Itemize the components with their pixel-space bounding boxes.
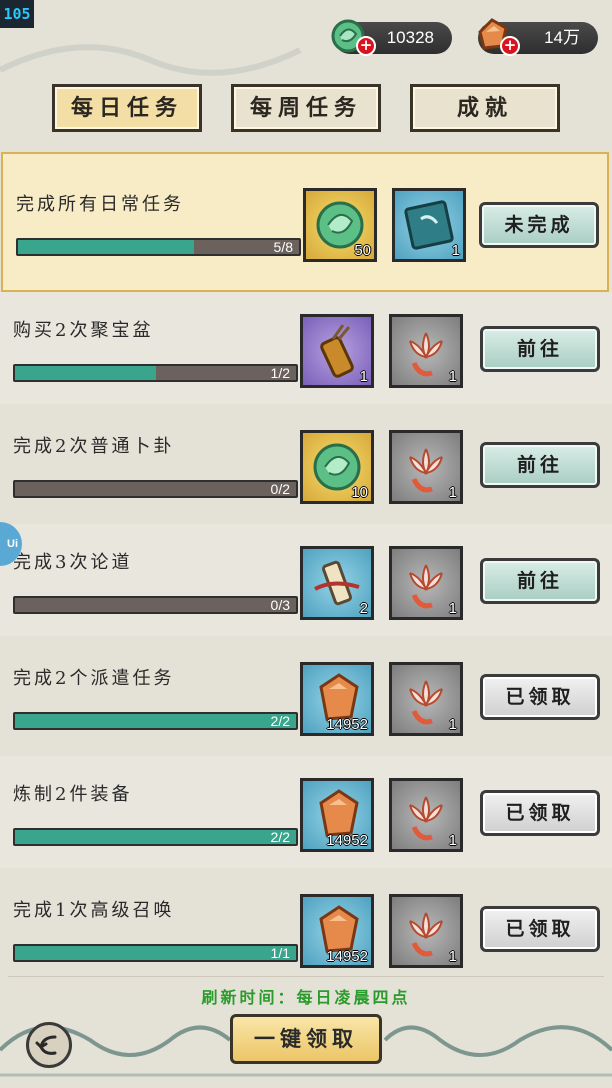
task-title: 完成3次论道 [13, 552, 133, 573]
progress-text: 0/2 [270, 481, 290, 497]
reward-quantity: 14952 [326, 716, 368, 733]
progress-fill [18, 240, 194, 254]
task-title: 完成2次普通卜卦 [13, 436, 175, 457]
progress-fill [15, 366, 156, 380]
reward-quantity: 1 [448, 948, 457, 965]
fps-counter: 105 [0, 0, 34, 28]
task-progress-bar: 5/8 [16, 238, 301, 256]
task-row: 完成所有日常任务 5/8 50 1 未完成 [1, 152, 609, 292]
reward-quantity: 1 [448, 484, 457, 501]
progress-fill [15, 714, 296, 728]
list-divider [8, 976, 604, 977]
reward-item[interactable]: 1 [389, 894, 463, 968]
refresh-time-text: 刷新时间：每日凌晨四点 [201, 988, 411, 1007]
reward-item[interactable]: 50 [303, 188, 377, 262]
reward-item[interactable]: 1 [300, 314, 374, 388]
task-action-button[interactable]: 未完成 [479, 202, 599, 248]
reward-quantity: 1 [451, 242, 460, 259]
task-progress-bar: 0/2 [13, 480, 298, 498]
task-title: 炼制2件装备 [13, 784, 133, 805]
progress-fill [15, 830, 296, 844]
task-action-button[interactable]: 已领取 [480, 906, 600, 952]
task-row: 完成2次普通卜卦 0/2 10 1 前往 [0, 408, 612, 520]
tab-daily-tasks[interactable]: 每日任务 [52, 84, 202, 132]
task-action-button[interactable]: 前往 [480, 326, 600, 372]
task-progress-bar: 0/3 [13, 596, 298, 614]
reward-quantity: 14952 [326, 832, 368, 849]
task-progress-bar: 1/1 [13, 944, 298, 962]
task-action-button[interactable]: 前往 [480, 442, 600, 488]
reward-item[interactable]: 14952 [300, 662, 374, 736]
back-button[interactable] [26, 1022, 72, 1068]
claim-all-button[interactable]: 一键领取 [230, 1014, 382, 1064]
task-action-button[interactable]: 已领取 [480, 674, 600, 720]
add-crystal-button[interactable]: + [500, 36, 520, 56]
reward-item[interactable]: 14952 [300, 778, 374, 852]
reward-quantity: 1 [448, 716, 457, 733]
reward-item[interactable]: 2 [300, 546, 374, 620]
add-jade-button[interactable]: + [356, 36, 376, 56]
reward-item[interactable]: 14952 [300, 894, 374, 968]
task-progress-bar: 2/2 [13, 828, 298, 846]
reward-item[interactable]: 1 [389, 778, 463, 852]
reward-quantity: 1 [448, 368, 457, 385]
progress-text: 2/2 [270, 713, 290, 729]
progress-text: 2/2 [270, 829, 290, 845]
crystal-currency[interactable]: + 14万 [478, 18, 598, 56]
task-action-button[interactable]: 已领取 [480, 790, 600, 836]
task-row: 炼制2件装备 2/2 14952 1 已领取 [0, 756, 612, 868]
progress-text: 1/2 [270, 365, 290, 381]
task-title: 完成1次高级召唤 [13, 900, 175, 921]
back-arrow-icon [35, 1035, 57, 1055]
reward-item[interactable]: 1 [389, 314, 463, 388]
progress-text: 1/1 [270, 945, 290, 961]
reward-item[interactable]: 1 [389, 430, 463, 504]
progress-fill [15, 946, 296, 960]
progress-text: 5/8 [273, 239, 293, 255]
task-row: 完成2个派遣任务 2/2 14952 1 已领取 [0, 640, 612, 752]
task-progress-bar: 2/2 [13, 712, 298, 730]
reward-quantity: 14952 [326, 948, 368, 965]
reward-item[interactable]: 1 [389, 662, 463, 736]
reward-item[interactable]: 10 [300, 430, 374, 504]
task-title: 购买2次聚宝盆 [13, 320, 154, 341]
reward-quantity: 1 [359, 368, 368, 385]
task-row: 完成1次高级召唤 1/1 14952 1 已领取 [0, 872, 612, 984]
task-title: 完成所有日常任务 [16, 194, 184, 215]
task-row: 购买2次聚宝盆 1/2 1 1 前往 [0, 292, 612, 404]
reward-item[interactable]: 1 [389, 546, 463, 620]
reward-item[interactable]: 1 [392, 188, 466, 262]
reward-quantity: 1 [448, 600, 457, 617]
reward-quantity: 1 [448, 832, 457, 849]
task-progress-bar: 1/2 [13, 364, 298, 382]
jade-amount: 10328 [386, 28, 434, 47]
task-title: 完成2个派遣任务 [13, 668, 175, 689]
tab-achievements[interactable]: 成就 [410, 84, 560, 132]
task-row: 完成3次论道 0/3 2 1 前往 [0, 524, 612, 636]
reward-quantity: 50 [354, 242, 371, 259]
task-action-button[interactable]: 前往 [480, 558, 600, 604]
jade-currency[interactable]: + 10328 [331, 19, 452, 56]
progress-text: 0/3 [270, 597, 290, 613]
tab-weekly-tasks[interactable]: 每周任务 [231, 84, 381, 132]
reward-quantity: 2 [359, 600, 368, 617]
crystal-amount: 14万 [544, 28, 580, 47]
reward-quantity: 10 [351, 484, 368, 501]
